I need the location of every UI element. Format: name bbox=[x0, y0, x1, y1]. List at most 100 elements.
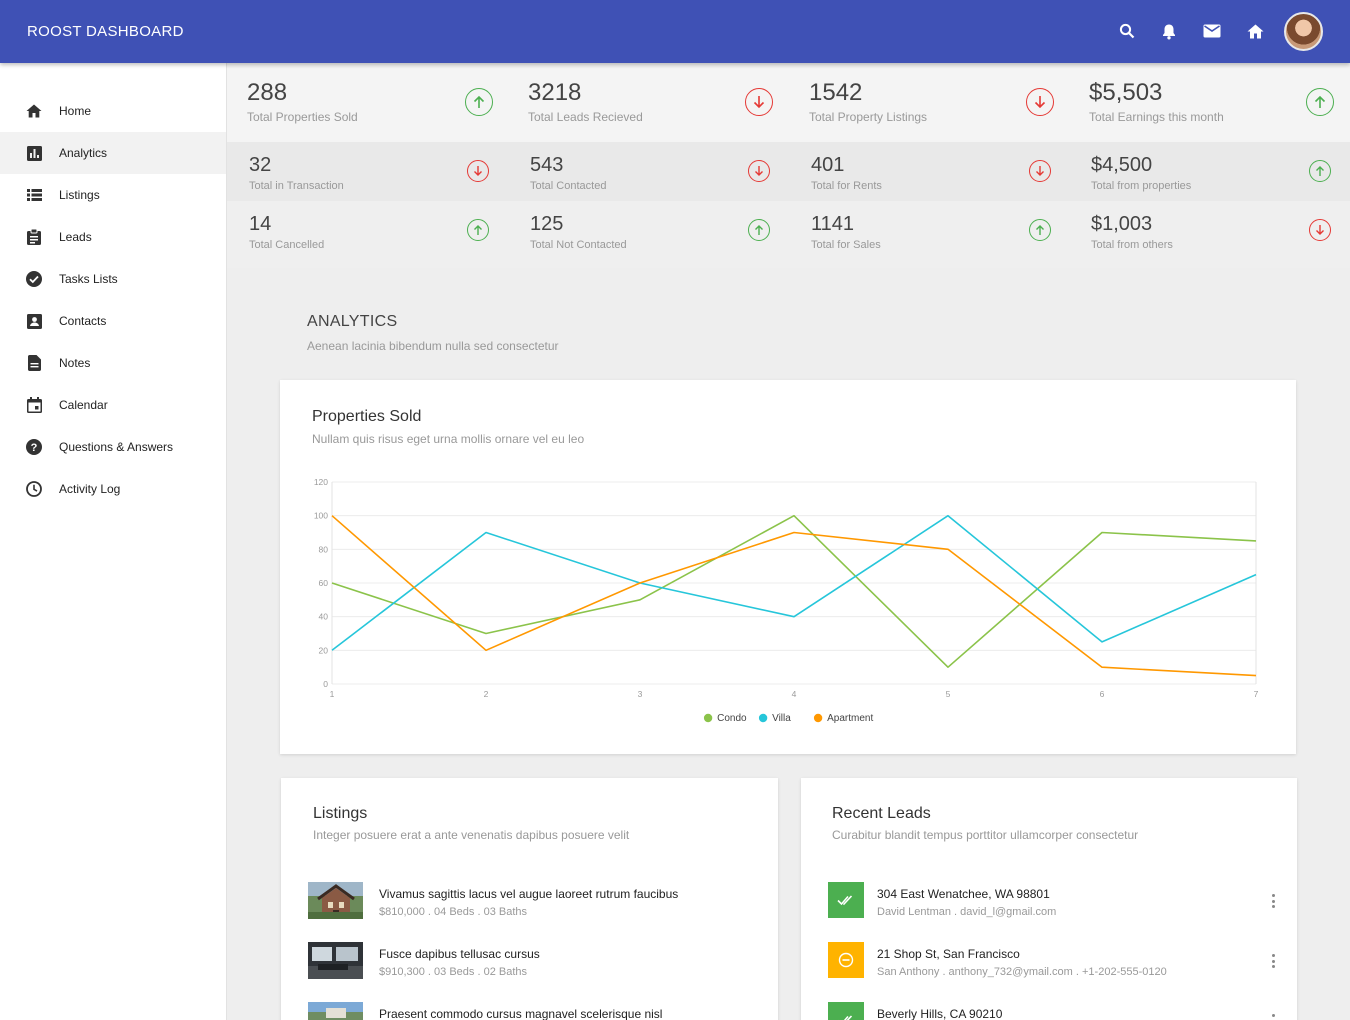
stat-label: Total Not Contacted bbox=[530, 239, 627, 251]
sidebar-item-label: Tasks Lists bbox=[59, 272, 118, 286]
arrow-down-icon bbox=[467, 160, 489, 182]
double-check-icon bbox=[828, 882, 864, 918]
stats-row-tertiary: 14 Total Cancelled 125 Total Not Contact… bbox=[227, 201, 1350, 268]
stat-label: Total for Sales bbox=[811, 239, 881, 251]
check-circle-icon bbox=[25, 270, 43, 288]
listing-title: Praesent commodo cursus magnavel sceleri… bbox=[379, 1007, 663, 1020]
stat-label: Total for Rents bbox=[811, 180, 882, 192]
app-title: ROOST DASHBOARD bbox=[27, 23, 184, 40]
stat-from-properties: $4,500 Total from properties bbox=[1091, 142, 1350, 201]
arrow-down-icon bbox=[748, 160, 770, 182]
y-tick-label: 0 bbox=[323, 679, 328, 689]
y-tick-label: 60 bbox=[319, 578, 329, 588]
listing-item[interactable]: Praesent commodo cursus magnavel sceleri… bbox=[281, 1002, 778, 1020]
listing-item[interactable]: Fusce dapibus tellusac cursus $910,300 .… bbox=[281, 942, 778, 992]
listing-thumbnail bbox=[308, 942, 363, 979]
x-tick-label: 4 bbox=[792, 689, 797, 699]
sidebar-item-contacts[interactable]: Contacts bbox=[0, 300, 226, 342]
bell-icon[interactable] bbox=[1158, 20, 1180, 42]
stat-properties-sold: 288 Total Properties Sold bbox=[247, 63, 507, 142]
double-check-icon bbox=[828, 1002, 864, 1020]
arrow-up-icon bbox=[467, 219, 489, 241]
more-vert-icon[interactable] bbox=[1267, 892, 1279, 910]
arrow-up-icon bbox=[1306, 88, 1334, 116]
stat-value: 1141 bbox=[811, 213, 855, 235]
legend-marker-villa bbox=[758, 713, 768, 723]
lead-meta: San Anthony . anthony_732@ymail.com . +1… bbox=[877, 966, 1167, 978]
arrow-down-icon bbox=[745, 88, 773, 116]
series-line-apartment bbox=[331, 515, 1257, 677]
clock-icon bbox=[25, 480, 43, 498]
lead-title: 21 Shop St, San Francisco bbox=[877, 947, 1020, 961]
more-vert-icon[interactable] bbox=[1267, 952, 1279, 970]
listings-subtitle: Integer posuere erat a ante venenatis da… bbox=[313, 828, 630, 842]
analytics-title: ANALYTICS bbox=[307, 313, 398, 330]
x-tick-label: 3 bbox=[638, 689, 643, 699]
stat-value: 288 bbox=[247, 79, 288, 106]
sidebar-item-listings[interactable]: Listings bbox=[0, 174, 226, 216]
stat-not-contacted: 125 Total Not Contacted bbox=[530, 201, 790, 268]
legend-marker-apartment bbox=[813, 713, 823, 723]
arrow-up-icon bbox=[1029, 219, 1051, 241]
sidebar-item-home[interactable]: Home bbox=[0, 90, 226, 132]
y-tick-label: 80 bbox=[319, 544, 329, 554]
bar-chart-icon bbox=[25, 144, 43, 162]
calendar-icon bbox=[25, 396, 43, 414]
list-icon bbox=[25, 186, 43, 204]
lead-item[interactable]: 21 Shop St, San Francisco San Anthony . … bbox=[801, 942, 1297, 992]
x-tick-label: 7 bbox=[1254, 689, 1259, 699]
legend-label-condo: Condo bbox=[717, 713, 747, 724]
stat-value: $4,500 bbox=[1091, 154, 1153, 176]
clipboard-icon bbox=[25, 228, 43, 246]
listing-item[interactable]: Vivamus sagittis lacus vel augue laoreet… bbox=[281, 882, 778, 932]
more-vert-icon[interactable] bbox=[1267, 1012, 1279, 1020]
sidebar-item-label: Notes bbox=[59, 356, 91, 370]
leads-subtitle: Curabitur blandit tempus porttitor ullam… bbox=[832, 828, 1139, 842]
svg-text:?: ? bbox=[31, 442, 38, 454]
arrow-up-icon bbox=[748, 219, 770, 241]
listings-card: Listings Integer posuere erat a ante ven… bbox=[281, 778, 778, 1020]
stat-value: $5,503 bbox=[1089, 79, 1163, 106]
sidebar-item-label: Leads bbox=[59, 230, 92, 244]
arrow-down-icon bbox=[1309, 219, 1331, 241]
search-icon[interactable] bbox=[1116, 20, 1138, 42]
lead-item[interactable]: 304 East Wenatchee, WA 98801 David Lentm… bbox=[801, 882, 1297, 932]
stats-row-primary: 288 Total Properties Sold 3218 Total Lea… bbox=[227, 63, 1350, 142]
stat-for-sales: 1141 Total for Sales bbox=[811, 201, 1071, 268]
legend-label-apartment: Apartment bbox=[827, 713, 873, 724]
stat-leads-received: 3218 Total Leads Recieved bbox=[528, 63, 788, 142]
y-tick-label: 120 bbox=[314, 477, 328, 487]
stat-value: 14 bbox=[249, 213, 272, 235]
stat-earnings-month: $5,503 Total Earnings this month bbox=[1089, 63, 1350, 142]
home-icon bbox=[25, 102, 43, 120]
arrow-up-icon bbox=[1309, 160, 1331, 182]
listing-title: Fusce dapibus tellusac cursus bbox=[379, 947, 540, 961]
sidebar-item-leads[interactable]: Leads bbox=[0, 216, 226, 258]
lead-meta: David Lentman . david_l@gmail.com bbox=[877, 906, 1057, 918]
stat-value: 3218 bbox=[528, 79, 582, 106]
stat-from-others: $1,003 Total from others bbox=[1091, 201, 1350, 268]
analytics-subtitle: Aenean lacinia bibendum nulla sed consec… bbox=[307, 339, 559, 353]
stat-label: Total Properties Sold bbox=[247, 110, 358, 124]
user-avatar[interactable] bbox=[1284, 12, 1323, 51]
x-tick-label: 5 bbox=[946, 689, 951, 699]
stats-panel: 288 Total Properties Sold 3218 Total Lea… bbox=[227, 63, 1350, 268]
listing-thumbnail bbox=[308, 882, 363, 919]
properties-sold-chart: 0 20 40 60 80 100 120 1 2 3 4 5 6 7 Condo Villa Apartmen… bbox=[314, 477, 1259, 724]
arrow-down-icon bbox=[1026, 88, 1054, 116]
stat-contacted: 543 Total Contacted bbox=[530, 142, 790, 201]
lead-item[interactable]: Beverly Hills, CA 90210 bbox=[801, 1002, 1297, 1020]
listing-thumbnail bbox=[308, 1002, 363, 1020]
sidebar-item-questions-answers[interactable]: ? Questions & Answers bbox=[0, 426, 226, 468]
sidebar-item-notes[interactable]: Notes bbox=[0, 342, 226, 384]
leads-title: Recent Leads bbox=[832, 805, 931, 822]
mail-icon[interactable] bbox=[1201, 20, 1223, 42]
sidebar-item-tasks-lists[interactable]: Tasks Lists bbox=[0, 258, 226, 300]
x-tick-label: 6 bbox=[1100, 689, 1105, 699]
home-icon[interactable] bbox=[1244, 20, 1266, 42]
sidebar-item-analytics[interactable]: Analytics bbox=[0, 132, 226, 174]
stat-label: Total in Transaction bbox=[249, 180, 344, 192]
listings-title: Listings bbox=[313, 805, 368, 822]
sidebar-item-calendar[interactable]: Calendar bbox=[0, 384, 226, 426]
sidebar-item-activity-log[interactable]: Activity Log bbox=[0, 468, 226, 510]
